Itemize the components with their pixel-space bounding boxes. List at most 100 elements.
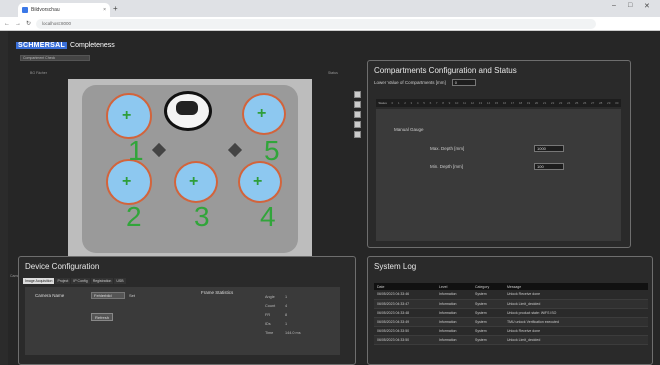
maximize-icon[interactable]: □ (628, 2, 632, 9)
log-message: Unlock Receive done (504, 290, 648, 300)
fit-icon[interactable] (354, 111, 361, 118)
device-config-content: Camera Name Fehlerbild Set Refresh Frame… (25, 287, 340, 355)
scale-tick: 23 (558, 101, 563, 105)
log-row[interactable]: 06/05/2023 04:33:47 Information System Unlo… (374, 299, 648, 309)
stat-value: 1 (285, 295, 288, 299)
log-message: Unlock Limit_decided (504, 335, 648, 345)
stat-value: 4 (285, 304, 288, 308)
camera-name-label: Camera Name (35, 293, 65, 298)
camera-corner-label: BG Fächer (30, 71, 47, 75)
refresh-button[interactable]: Refresh (91, 313, 114, 321)
log-category: System (472, 326, 504, 336)
tab-project[interactable]: Project (55, 278, 71, 284)
scale-tick: 28 (599, 101, 603, 105)
stat-key: Angle (265, 295, 275, 299)
device-tabs: Image Acquisition Project IP Config Regi… (23, 278, 126, 284)
log-message: TMU unlock Verification executed (504, 317, 648, 327)
stat-value: 1 (285, 322, 288, 326)
scale-tick: 10 (454, 101, 459, 105)
log-message: Unlock Limit_decided (504, 299, 648, 309)
scale-tick: 12 (470, 101, 475, 105)
camera-name-input[interactable]: Fehlerbild (91, 292, 125, 299)
log-date: 06/05/2023 04:33:50 (374, 326, 436, 336)
app-header: SCHMERSAL Completeness (16, 42, 115, 49)
max-depth-input[interactable]: 1000 (534, 145, 564, 152)
column-header[interactable]: Message (504, 283, 648, 290)
log-level: Information (436, 326, 472, 336)
close-tab-icon[interactable]: × (103, 7, 106, 13)
log-row[interactable]: 06/05/2023 04:33:46 Information System Unlo… (374, 290, 648, 300)
scale-tick: 15 (494, 101, 499, 105)
scale-tick: 1 (397, 101, 400, 105)
log-row[interactable]: 06/05/2023 04:33:49 Information System TMU … (374, 317, 648, 327)
log-level: Information (436, 335, 472, 345)
scale-tick: 7 (435, 101, 438, 105)
log-category: System (472, 335, 504, 345)
stat-key: FR (265, 313, 271, 317)
zoom-out-icon[interactable] (354, 101, 361, 108)
minimize-icon[interactable]: – (612, 2, 616, 9)
log-date: 06/05/2023 04:33:46 (374, 290, 436, 300)
brand-logo: SCHMERSAL (16, 42, 68, 49)
camera-name-set-button[interactable]: Set (129, 293, 135, 298)
tab-usb[interactable]: USB (114, 278, 126, 284)
scale-tick: 27 (591, 101, 595, 105)
tab-registration[interactable]: Registration (90, 278, 114, 284)
zoom-in-icon[interactable] (354, 91, 361, 98)
stat-key: Count (265, 304, 276, 308)
lower-value-input[interactable]: 0 (451, 79, 476, 86)
compartments-title: Compartments Configuration and Status (374, 66, 517, 75)
scale-tick: 3 (410, 101, 413, 105)
log-level: Information (436, 299, 472, 309)
column-header[interactable]: Level (436, 283, 472, 290)
scale-label: Status (378, 101, 387, 105)
app-window: SCHMERSAL Completeness Compartment Check… (8, 31, 660, 365)
window-close-icon[interactable]: ✕ (644, 2, 650, 10)
back-icon[interactable]: ← (4, 21, 10, 27)
scale-tick: 6 (429, 101, 432, 105)
center-marker-icon: + (189, 173, 199, 190)
browser-tab[interactable]: Bildvorschau × (18, 3, 110, 17)
min-depth-row: Min. Depth [mm] 100 (430, 163, 564, 170)
scale-tick: 17 (510, 101, 515, 105)
log-row[interactable]: 06/05/2023 04:33:48 Information System Unlo… (374, 308, 648, 318)
log-level: Information (436, 290, 472, 300)
log-row[interactable]: 06/05/2023 04:33:50 Information System Unlo… (374, 335, 648, 345)
log-category: System (472, 317, 504, 327)
browser-tab-strip: Bildvorschau × + – □ ✕ (0, 0, 660, 17)
min-depth-input[interactable]: 100 (534, 163, 564, 170)
scale-tick: 14 (486, 101, 491, 105)
max-depth-row: Max. Depth [mm] 1000 (430, 145, 564, 152)
tab-image-acquisition[interactable]: Image Acquisition (23, 278, 55, 284)
column-header[interactable]: Date (374, 283, 436, 290)
object-marking (176, 101, 198, 115)
new-tab-icon[interactable]: + (113, 4, 118, 13)
center-marker-icon: + (122, 173, 132, 190)
log-row[interactable]: 06/05/2023 04:33:50 Information System Unlo… (374, 326, 648, 336)
settings-icon[interactable] (354, 131, 361, 138)
scale-tick: 24 (566, 101, 571, 105)
view-select[interactable]: Compartment Check (20, 55, 90, 61)
camera-view: BG Fächer Camera Vis: 74% Status + + + +… (10, 69, 373, 279)
compartment-number: 1 (128, 135, 144, 166)
log-category: System (472, 290, 504, 300)
overlay-icon[interactable] (354, 121, 361, 128)
system-log-panel: System Log Date Level Category Message 0… (367, 256, 653, 365)
view-toolbar (354, 91, 361, 138)
compartment-number: 3 (194, 201, 210, 232)
scale-tick: 5 (423, 101, 425, 105)
stat-value: 8 (285, 313, 288, 317)
reload-icon[interactable]: ↻ (26, 20, 31, 27)
log-level: Information (436, 308, 472, 318)
frame-stats: Angle 1 Count 4 FR 8 IDs 1 Time 144.0 ms (265, 293, 301, 338)
log-date: 06/05/2023 04:33:49 (374, 317, 436, 327)
scale-tick: 4 (416, 101, 419, 105)
frame-statistics-label: Frame Statistics (201, 290, 234, 295)
forward-icon[interactable]: → (15, 21, 21, 27)
tab-ip-config[interactable]: IP Config (71, 278, 90, 284)
scale-tick: 18 (518, 101, 523, 105)
center-marker-icon: + (253, 173, 263, 190)
url-field[interactable]: localhost:8000 (36, 18, 597, 29)
log-message: Unlock product state: WiFS ISO (504, 308, 648, 318)
column-header[interactable]: Category (472, 283, 504, 290)
